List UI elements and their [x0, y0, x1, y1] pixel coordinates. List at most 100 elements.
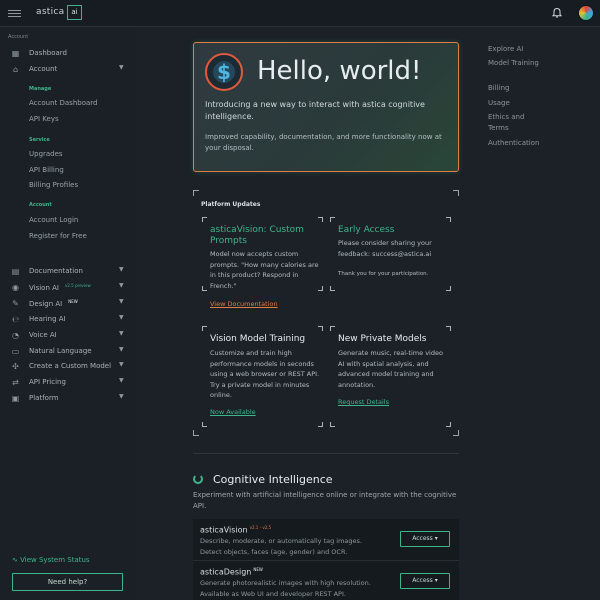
sidebar-item-label: Vision AI [29, 284, 59, 292]
new-badge: NEW [253, 567, 263, 572]
update-card-custom-prompts: asticaVision: Custom Prompts Model now a… [202, 217, 323, 308]
chevron-down-icon: ▼ [119, 377, 124, 384]
update-card-title: Vision Model Training [210, 334, 306, 344]
sidebar-item-natural-language[interactable]: ▭ Natural Language ▼ [0, 346, 135, 358]
pulse-icon: ∿ [12, 556, 18, 564]
puzzle-icon: ✣ [12, 362, 19, 371]
update-card-body: Generate music, real-time video AI with … [338, 349, 443, 389]
frame-corner [193, 190, 199, 196]
text-icon: ▭ [11, 347, 20, 356]
section-divider [193, 453, 459, 454]
toc-model-training[interactable]: Model Training [488, 58, 539, 68]
toc-usage[interactable]: Usage [488, 98, 510, 108]
submenu-item-account-dashboard[interactable]: Account Dashboard [29, 99, 97, 107]
sidebar-item-design-ai[interactable]: ✎ Design AI NEW ▼ [0, 298, 135, 310]
menu-icon[interactable] [8, 10, 21, 18]
update-card-body: Customize and train high performance mod… [210, 349, 320, 399]
access-label: Access [412, 577, 433, 584]
sidebar-item-label: Create a Custom Model [29, 362, 112, 370]
chevron-down-icon: ▼ [119, 298, 124, 305]
update-card-private-models: New Private Models Generate music, real-… [330, 326, 451, 427]
brand-badge[interactable]: ai [67, 5, 82, 20]
toc-explore-ai[interactable]: Explore AI [488, 44, 523, 54]
access-button[interactable]: Access ▾ [400, 573, 450, 589]
chevron-down-icon: ▼ [119, 393, 124, 400]
platform-icon: ▣ [11, 394, 20, 403]
sidebar-item-hearing-ai[interactable]: ℮ Hearing AI ▼ [0, 314, 135, 326]
bell-icon[interactable] [551, 7, 563, 19]
hero-subtext: Improved capability, documentation, and … [205, 133, 442, 152]
home-icon: ⌂ [12, 65, 19, 74]
submenu-item-billing-profiles[interactable]: Billing Profiles [29, 181, 78, 189]
need-help-button[interactable]: Need help? [12, 573, 123, 591]
sidebar-item-platform[interactable]: ▣ Platform ▼ [0, 393, 135, 405]
chevron-down-icon: ▼ [119, 64, 124, 71]
toc-billing[interactable]: Billing [488, 83, 509, 93]
palette-icon: ✎ [12, 299, 19, 308]
version-badge: v2.1 - v2.5 [249, 525, 272, 530]
update-card-body: Model now accepts custom prompts. "How m… [210, 250, 319, 290]
new-badge: NEW [68, 299, 78, 304]
sidebar-item-label: Dashboard [29, 49, 67, 57]
hero-card: Hello, world! Introducing a new way to i… [193, 42, 459, 172]
toc-terms[interactable]: Terms [488, 123, 509, 133]
avatar[interactable] [578, 5, 594, 21]
chevron-down-icon: ▼ [119, 314, 124, 321]
hero-intro: Introducing a new way to interact with a… [205, 100, 425, 121]
top-bar: astica ai [0, 0, 600, 27]
sidebar-item-voice-ai[interactable]: ◔ Voice AI ▼ [0, 330, 135, 342]
status-link-label: View System Status [20, 556, 90, 564]
sidebar-item-vision-ai[interactable]: ◉ Vision AI v2.5 preview ▼ [0, 282, 135, 294]
sidebar-item-account[interactable]: ⌂ Account ▼ [0, 64, 135, 76]
exchange-icon: ⇄ [12, 378, 19, 387]
update-card-title: Early Access [338, 225, 395, 235]
now-available-link[interactable]: Now Available [210, 408, 256, 416]
refresh-icon [193, 474, 203, 484]
section-description: Experiment with artificial intelligence … [193, 491, 457, 510]
view-documentation-link[interactable]: View Documentation [210, 300, 278, 308]
submenu-title-service: Service [29, 137, 50, 143]
toc-ethics[interactable]: Ethics and [488, 112, 524, 122]
chevron-down-icon: ▾ [434, 577, 438, 584]
access-button[interactable]: Access ▾ [400, 531, 450, 547]
sidebar-item-custom-model[interactable]: ✣ Create a Custom Model ▼ [0, 361, 135, 373]
sidebar-item-dashboard[interactable]: ▦ Dashboard [0, 48, 135, 60]
toc-authentication[interactable]: Authentication [488, 138, 539, 148]
view-system-status-link[interactable]: ∿ View System Status [12, 556, 90, 564]
sidebar-item-api-pricing[interactable]: ⇄ API Pricing ▼ [0, 377, 135, 389]
chevron-down-icon: ▾ [434, 535, 438, 542]
eye-icon: ◉ [12, 283, 19, 292]
sidebar-item-label: Platform [29, 394, 59, 402]
request-details-link[interactable]: Request Details [338, 398, 389, 406]
product-row-design: asticaDesign NEW Generate photorealistic … [193, 561, 459, 600]
chevron-down-icon: ▼ [119, 282, 124, 289]
brand-name[interactable]: astica [36, 7, 65, 17]
sidebar-item-documentation[interactable]: ▤ Documentation ▼ [0, 266, 135, 278]
submenu-item-account-login[interactable]: Account Login [29, 216, 78, 224]
submenu-title-manage: Manage [29, 86, 52, 92]
update-card-title: New Private Models [338, 334, 427, 344]
chevron-down-icon: ▼ [119, 330, 124, 337]
update-card-title: asticaVision: Custom Prompts [210, 225, 304, 246]
sidebar: Account ▦ Dashboard ⌂ Account ▼ Manage A… [0, 27, 135, 600]
frame-corner [453, 430, 459, 436]
update-card-note: Thank you for your participation. [338, 271, 429, 277]
astica-logo-icon [205, 53, 243, 91]
product-row-vision: asticaVision v2.1 - v2.5 Describe, modera… [193, 519, 459, 561]
frame-corner [453, 190, 459, 196]
submenu-item-upgrades[interactable]: Upgrades [29, 150, 63, 158]
frame-corner [193, 430, 199, 436]
submenu-item-register[interactable]: Register for Free [29, 232, 87, 240]
chevron-down-icon: ▼ [119, 346, 124, 353]
product-name: asticaDesign [200, 567, 252, 577]
submenu-item-api-billing[interactable]: API Billing [29, 166, 64, 174]
sidebar-item-label: Design AI [29, 300, 63, 308]
ear-icon: ℮ [12, 315, 19, 324]
platform-updates: Platform Updates asticaVision: Custom Pr… [193, 190, 459, 436]
access-label: Access [412, 535, 433, 542]
chevron-down-icon: ▼ [119, 361, 124, 368]
section-title: Cognitive Intelligence [213, 473, 333, 486]
chevron-down-icon: ▼ [119, 266, 124, 273]
product-name: asticaVision [200, 525, 248, 535]
submenu-item-api-keys[interactable]: API Keys [29, 115, 59, 123]
